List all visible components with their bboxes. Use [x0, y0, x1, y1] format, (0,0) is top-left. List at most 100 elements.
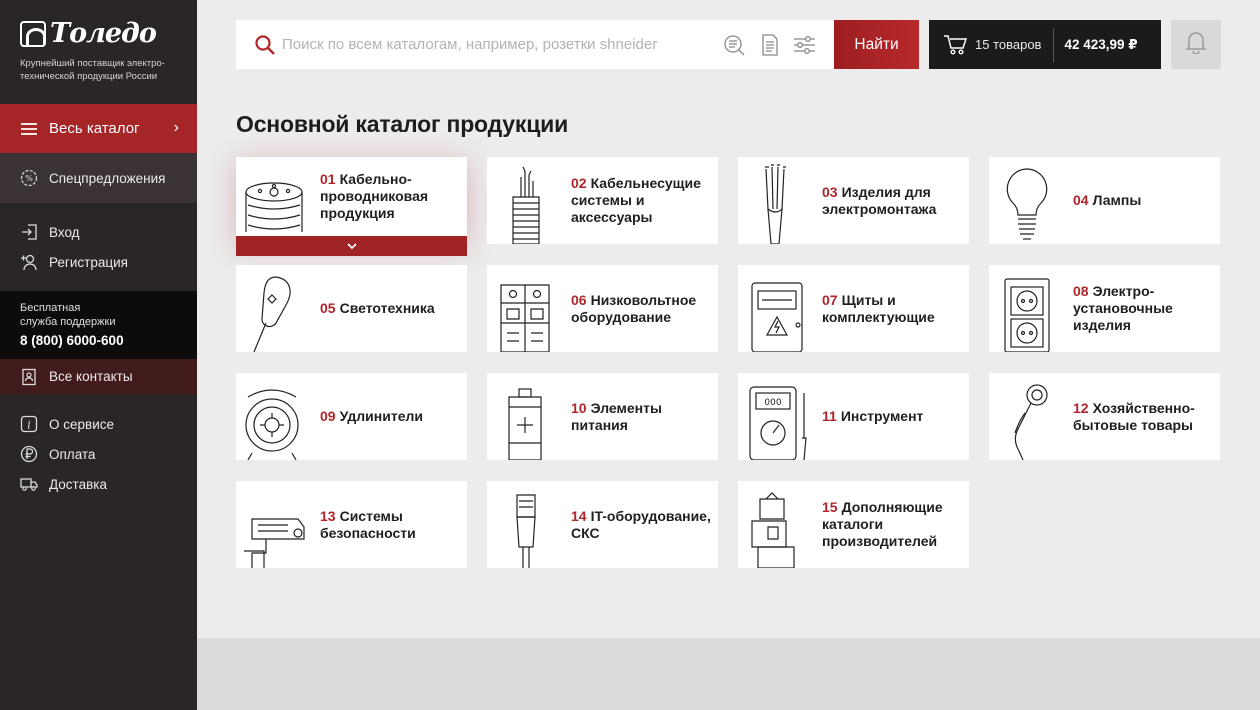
- search-icon: [254, 34, 276, 56]
- category-name: Хозяйственно-бытовые товары: [1073, 399, 1195, 433]
- cart-total: 42 423,99 ₽: [1064, 36, 1138, 52]
- category-name: Низковольтное оборудование: [571, 291, 697, 325]
- lamp-icon: [236, 265, 312, 352]
- category-card[interactable]: 000 11 Инструмент: [738, 373, 969, 460]
- multimeter-icon: 000: [738, 373, 814, 460]
- battery-icon: [487, 373, 563, 460]
- category-name: Щиты и комплектующие: [822, 291, 935, 325]
- logo[interactable]: Толедо: [20, 18, 157, 49]
- panel-icon: [738, 265, 814, 352]
- sidebar-item-label: Оплата: [49, 446, 96, 462]
- category-number: 15: [822, 499, 838, 515]
- category-label: 15 Дополняющие каталоги производителей: [822, 481, 967, 568]
- extension-reel-icon: [236, 373, 312, 460]
- cable-reel-icon: [236, 157, 312, 244]
- sidebar-item-register[interactable]: Регистрация: [0, 250, 197, 274]
- breaker-icon: [487, 265, 563, 352]
- category-card[interactable]: 15 Дополняющие каталоги производителей: [738, 481, 969, 568]
- chevron-right-icon: ›: [173, 119, 179, 136]
- category-card[interactable]: 12 Хозяйственно-бытовые товары: [989, 373, 1220, 460]
- search-button[interactable]: Найти: [834, 20, 919, 69]
- category-card[interactable]: 10 Элементы питания: [487, 373, 718, 460]
- category-number: 07: [822, 291, 838, 308]
- category-card[interactable]: 07 Щиты и комплектующие: [738, 265, 969, 352]
- sidebar-item-delivery[interactable]: Доставка: [0, 472, 197, 496]
- category-number: 01: [320, 171, 336, 187]
- category-card[interactable]: 03 Изделия для электромонтажа: [738, 157, 969, 244]
- support-block: Бесплатная служба поддержки 8 (800) 6000…: [0, 291, 197, 359]
- page-title: Основной каталог продукции: [236, 111, 569, 137]
- sidebar-item-label: О сервисе: [49, 416, 114, 432]
- category-label: 12 Хозяйственно-бытовые товары: [1073, 373, 1218, 460]
- info-icon: i: [20, 415, 38, 433]
- category-name: Дополняющие каталоги производителей: [822, 499, 943, 549]
- cable-conduit-icon: [487, 157, 563, 244]
- category-label: 10 Элементы питания: [571, 373, 716, 460]
- support-text: Бесплатная: [20, 302, 81, 314]
- category-card[interactable]: 04 Лампы: [989, 157, 1220, 244]
- category-card[interactable]: 01 Кабельно-проводниковая продукция: [236, 157, 467, 256]
- category-card[interactable]: 08 Электро-установочные изделия: [989, 265, 1220, 352]
- sidebar-item-special[interactable]: % Спецпредложения: [0, 153, 197, 203]
- category-label: 04 Лампы: [1073, 157, 1218, 244]
- category-card[interactable]: 02 Кабельнесущие системы и аксессуары: [487, 157, 718, 244]
- category-number: 08: [1073, 283, 1089, 299]
- category-label: 13 Системы безопасности: [320, 481, 465, 568]
- camera-icon: [236, 481, 312, 568]
- category-number: 10: [571, 399, 587, 416]
- sidebar-item-payment[interactable]: Оплата: [0, 442, 197, 466]
- support-phone[interactable]: 8 (800) 6000-600: [20, 333, 177, 348]
- filter-sliders-icon[interactable]: [793, 34, 816, 56]
- category-name: Светотехника: [339, 300, 435, 316]
- category-label: 05 Светотехника: [320, 265, 465, 352]
- logo-icon: [20, 20, 46, 47]
- connector-icon: [487, 481, 563, 568]
- category-name: Кабельнесущие системы и аксессуары: [571, 175, 701, 225]
- sidebar-item-label: Доставка: [49, 476, 107, 492]
- notifications-button[interactable]: [1171, 20, 1221, 69]
- cart-button[interactable]: 15 товаров 42 423,99 ₽: [929, 20, 1161, 69]
- category-card[interactable]: 06 Низковольтное оборудование: [487, 265, 718, 352]
- category-name: Инструмент: [840, 408, 924, 424]
- sidebar-item-about[interactable]: i О сервисе: [0, 412, 197, 436]
- document-list-icon[interactable]: [758, 34, 781, 56]
- svg-text:i: i: [27, 419, 31, 432]
- all-catalog-button[interactable]: Весь каталог ›: [0, 104, 197, 153]
- category-card[interactable]: 09 Удлинители: [236, 373, 467, 460]
- category-label: 06 Низковольтное оборудование: [571, 265, 716, 352]
- category-label: 07 Щиты и комплектующие: [822, 265, 967, 352]
- category-number: 05: [320, 300, 336, 316]
- category-number: 03: [822, 183, 838, 200]
- sidebar: Толедо Крупнейший поставщик электро-техн…: [0, 0, 197, 710]
- sidebar-item-label: Регистрация: [49, 254, 128, 270]
- category-label: 01 Кабельно-проводниковая продукция: [320, 157, 465, 236]
- category-number: 13: [320, 507, 336, 524]
- search-tools: [723, 34, 816, 56]
- login-icon: [20, 223, 38, 241]
- category-name: Кабельно-проводниковая продукция: [320, 171, 429, 221]
- category-number: 02: [571, 175, 587, 191]
- boxes-icon: [738, 481, 814, 568]
- category-name: IT-оборудование, СКС: [571, 507, 711, 541]
- menu-icon: [20, 120, 38, 138]
- category-card[interactable]: 14 IT-оборудование, СКС: [487, 481, 718, 568]
- category-number: 11: [822, 408, 837, 424]
- category-number: 09: [320, 408, 336, 424]
- category-label: 02 Кабельнесущие системы и аксессуары: [571, 157, 716, 244]
- category-card[interactable]: 05 Светотехника: [236, 265, 467, 352]
- ruble-icon: [20, 445, 38, 463]
- expand-button[interactable]: [236, 236, 467, 256]
- truck-icon: [20, 475, 38, 493]
- sidebar-item-login[interactable]: Вход: [0, 220, 197, 244]
- household-icon: [989, 373, 1065, 460]
- bulb-icon: [989, 157, 1065, 244]
- footer: [197, 638, 1260, 710]
- all-catalog-label: Весь каталог: [49, 120, 140, 137]
- catalog-search-icon[interactable]: [723, 34, 746, 56]
- top-bar: Найти 15 товаров 42 423,99 ₽: [236, 20, 1221, 69]
- category-number: 04: [1073, 192, 1089, 208]
- cart-count: 15 товаров: [975, 37, 1042, 52]
- sidebar-item-contacts[interactable]: Все контакты: [0, 359, 197, 394]
- category-card[interactable]: 13 Системы безопасности: [236, 481, 467, 568]
- search-input[interactable]: [282, 36, 702, 53]
